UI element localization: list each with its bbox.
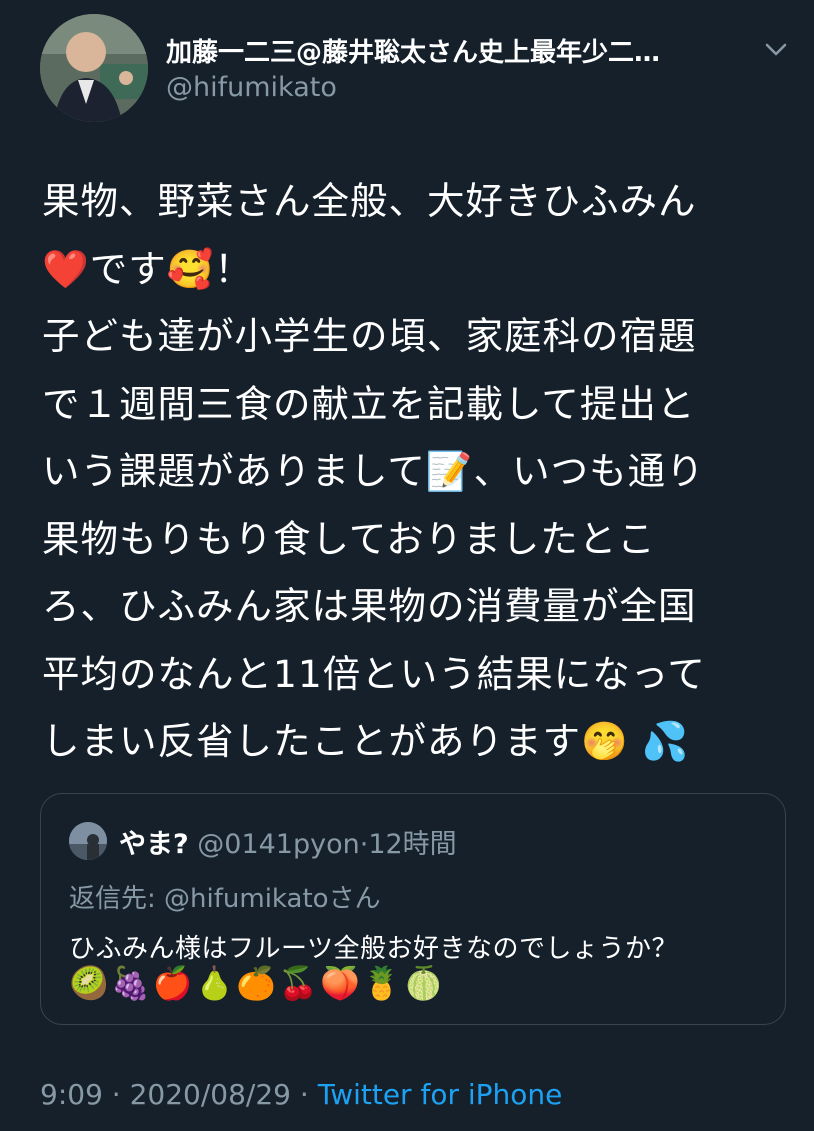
reply-to-handle[interactable]: @hifumikato bbox=[164, 884, 329, 914]
reply-prefix: 返信先: bbox=[69, 884, 165, 914]
quoted-header: やま? @0141pyon·12時間 bbox=[119, 822, 457, 861]
tweet-line: 平均のなんと11倍という結果になって bbox=[42, 651, 706, 696]
tweet-line: ろ、ひふみん家は果物の消費量が全国 bbox=[42, 584, 697, 628]
quoted-author-avatar[interactable] bbox=[69, 822, 107, 860]
tweet-line: 果物もりもり食しておりましたとこ bbox=[42, 516, 656, 561]
reply-suffix: さん bbox=[328, 884, 381, 914]
author-avatar[interactable] bbox=[40, 14, 148, 122]
tweet-source-link[interactable]: Twitter for iPhone bbox=[318, 1078, 563, 1111]
tweet-time[interactable]: 9:09 bbox=[40, 1078, 103, 1111]
separator-dot: · bbox=[111, 1078, 121, 1111]
tweet-line: しまい反省したことがあります🤭 💦 bbox=[42, 719, 690, 763]
quoted-tweet[interactable]: やま? @0141pyon·12時間 返信先: @hifumikatoさん ひふ… bbox=[40, 793, 786, 1025]
quoted-text: ひふみん様はフルーツ全般お好きなのでしょうか？ bbox=[69, 934, 678, 964]
quoted-author-handle[interactable]: @0141pyon bbox=[197, 829, 359, 860]
tweet-body: 果物、野菜さん全般、大好きひふみん ❤️です🥰！ 子ども達が小学生の頃、家庭科の… bbox=[42, 168, 782, 776]
tweet-date[interactable]: 2020/08/29 bbox=[130, 1078, 291, 1111]
author-name[interactable]: 加藤一二三@藤井聡太さん史上最年少二… bbox=[166, 32, 741, 69]
reply-context: 返信先: @hifumikatoさん bbox=[69, 878, 381, 915]
tweet-line: いう課題がありまして📝、いつも通り bbox=[42, 449, 705, 493]
quoted-author-name[interactable]: やま? bbox=[119, 829, 189, 860]
separator-dot: · bbox=[299, 1078, 309, 1111]
tweet-line: ❤️です🥰！ bbox=[42, 246, 253, 291]
tweet-header: 加藤一二三@藤井聡太さん史上最年少二… @hifumikato bbox=[40, 14, 800, 124]
tweet-line: 子ども達が小学生の頃、家庭科の宿題 bbox=[42, 314, 697, 358]
tweet-line: 果物、野菜さん全般、大好きひふみん bbox=[42, 179, 697, 223]
author-handle[interactable]: @hifumikato bbox=[166, 72, 337, 103]
quoted-fruit-emojis: 🥝🍇🍎🍐🍊🍒🍑🍍🍈 bbox=[69, 964, 446, 1002]
tweet-line: で１週間三食の献立を記載して提出と bbox=[42, 381, 696, 426]
tweet-footer: 9:09 · 2020/08/29 · Twitter for iPhone bbox=[40, 1078, 562, 1111]
chevron-down-icon[interactable] bbox=[762, 36, 790, 64]
quoted-timestamp: 12時間 bbox=[368, 829, 457, 860]
